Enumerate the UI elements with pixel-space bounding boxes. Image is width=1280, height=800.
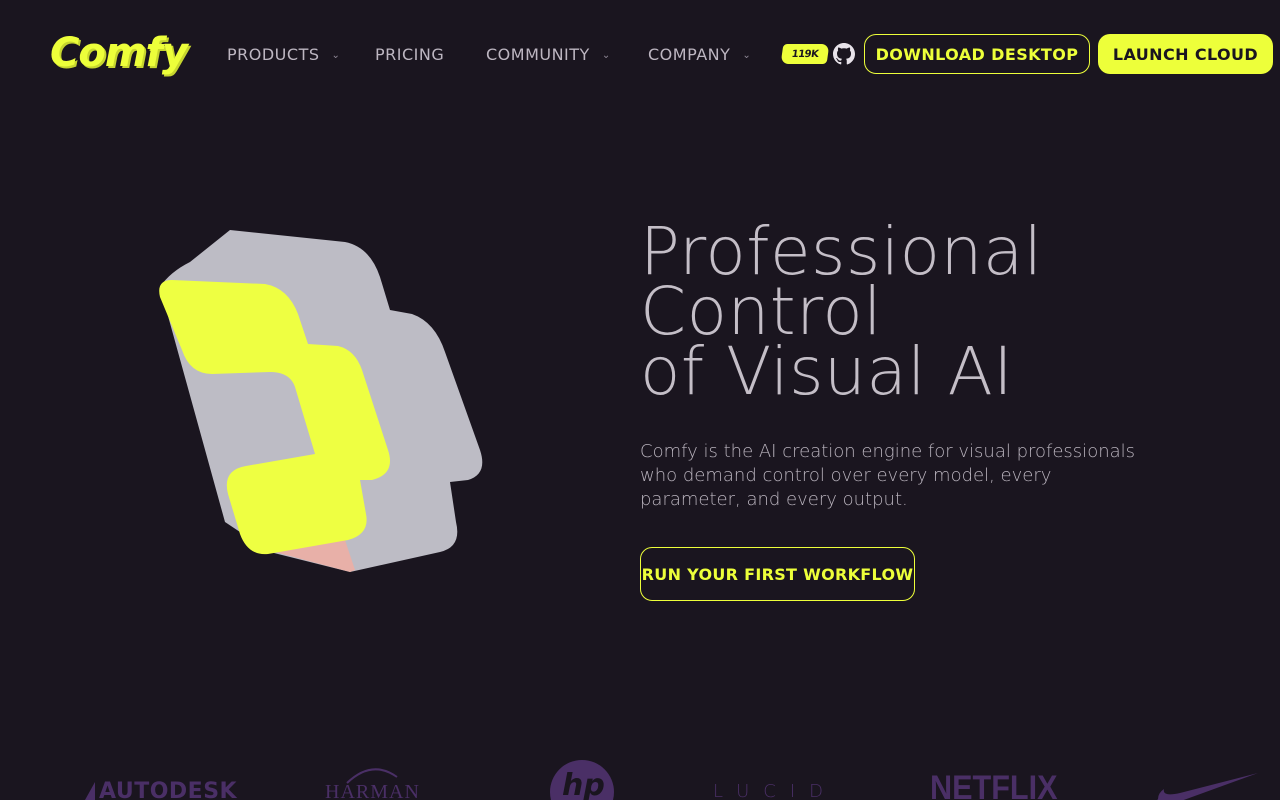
customer-logos: AUTODESK HARMAN hp LUCID NETFLIX — [0, 755, 1280, 800]
run-first-workflow-button[interactable]: RUN YOUR FIRST WORKFLOW — [640, 547, 915, 601]
nav-community-label: COMMUNITY — [486, 44, 590, 64]
hero-subtitle: Comfy is the AI creation engine for visu… — [640, 441, 1136, 510]
brand-logo-hp: hp — [550, 760, 614, 800]
github-icon[interactable] — [833, 43, 855, 65]
comfy-logo[interactable]: Comfy — [50, 28, 188, 78]
nav-products-label: PRODUCTS — [227, 44, 320, 64]
nav-pricing-label: PRICING — [375, 44, 445, 64]
launch-cloud-button[interactable]: LAUNCH CLOUD — [1098, 34, 1273, 74]
download-desktop-button[interactable]: DOWNLOAD DESKTOP — [864, 34, 1090, 74]
chevron-down-icon: ⌄ — [601, 49, 611, 61]
nav-community[interactable]: COMMUNITY ⌄ — [486, 43, 611, 65]
hero-title-line-3: of Visual AI — [640, 333, 1014, 410]
brand-lucid-text: LUCID — [713, 781, 838, 800]
chevron-down-icon: ⌄ — [742, 49, 752, 61]
nav-pricing[interactable]: PRICING — [375, 43, 444, 65]
nav-company-label: COMPANY — [648, 44, 731, 64]
nav-company[interactable]: COMPANY ⌄ — [648, 43, 751, 65]
nav-products[interactable]: PRODUCTS ⌄ — [227, 43, 340, 65]
brand-logo-netflix: NETFLIX — [930, 769, 1058, 800]
brand-netflix-text: NETFLIX — [930, 769, 1058, 800]
hero-title: Professional Control of Visual AI — [640, 219, 1200, 410]
page: Comfy PRODUCTS ⌄ PRICING COMMUNITY ⌄ COM… — [0, 0, 1280, 800]
harman-arc-icon — [346, 768, 398, 784]
brand-hp-text: hp — [562, 768, 605, 800]
nike-swoosh-icon — [1157, 773, 1258, 800]
brand-logo-lucid: LUCID — [713, 781, 837, 800]
chevron-down-icon: ⌄ — [331, 49, 341, 61]
top-nav: Comfy PRODUCTS ⌄ PRICING COMMUNITY ⌄ COM… — [0, 0, 1280, 108]
hero-3d-logo-illustration — [159, 230, 483, 572]
brand-logo-autodesk: AUTODESK — [85, 779, 237, 800]
brand-autodesk-text: AUTODESK — [99, 779, 238, 800]
github-stars-badge[interactable]: 119K — [780, 44, 830, 64]
